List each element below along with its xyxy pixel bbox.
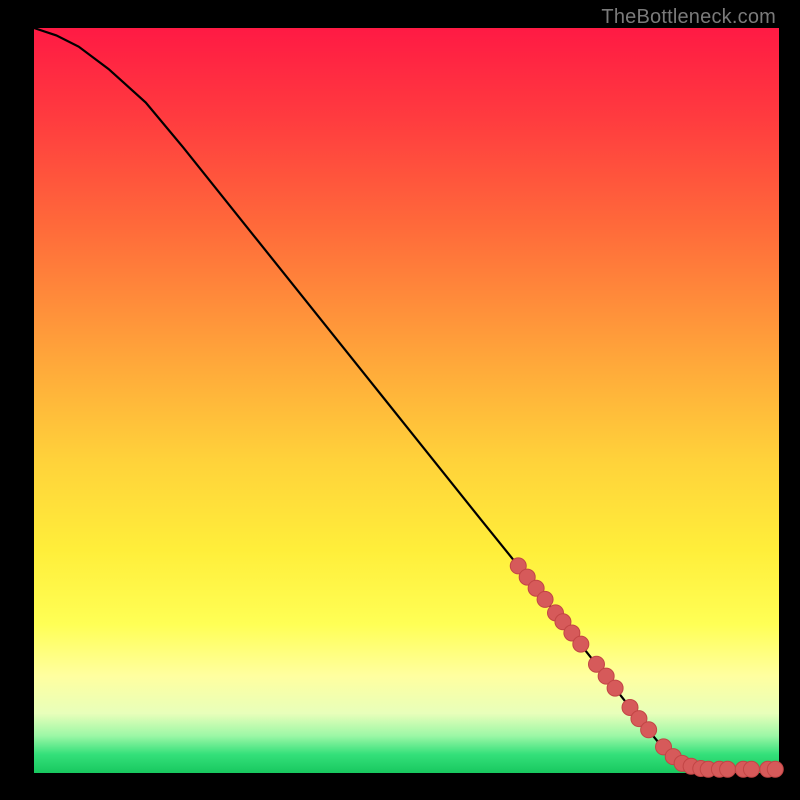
- curve-marker: [573, 636, 589, 652]
- curve-marker: [641, 722, 657, 738]
- curve-marker: [537, 591, 553, 607]
- curve-marker: [607, 680, 623, 696]
- chart-stage: TheBottleneck.com: [0, 0, 800, 800]
- curve-marker: [720, 761, 736, 777]
- curve-marker: [743, 761, 759, 777]
- marker-group: [510, 558, 783, 777]
- curve-marker: [767, 761, 783, 777]
- attribution-text: TheBottleneck.com: [601, 6, 776, 29]
- main-curve: [34, 28, 779, 769]
- curve-layer: [34, 28, 779, 773]
